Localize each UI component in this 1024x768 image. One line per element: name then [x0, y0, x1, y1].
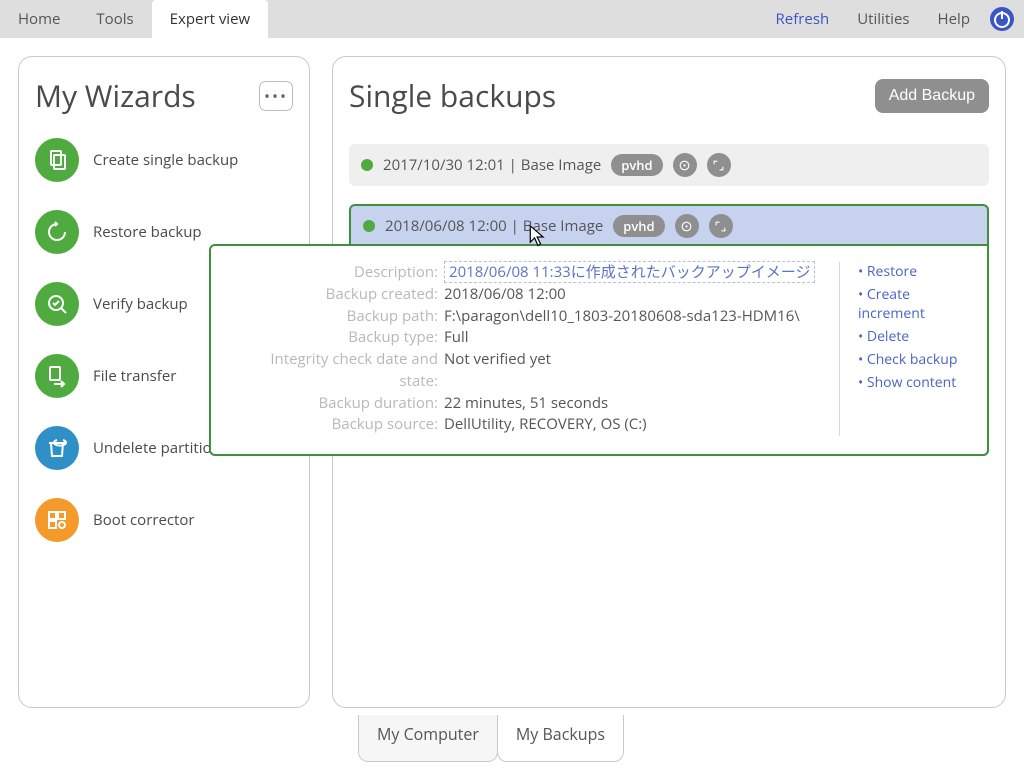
detail-value: Full [444, 327, 469, 349]
detail-label: Backup source: [229, 414, 444, 436]
detail-label: Integrity check date and state: [229, 349, 444, 393]
wizards-title: My Wizards [35, 75, 196, 116]
backup-row-selected[interactable]: 2018/06/08 12:00 | Base Image pvhd [349, 204, 989, 246]
backup-row[interactable]: 2017/10/30 12:01 | Base Image pvhd [349, 144, 989, 186]
document-plus-icon [35, 138, 79, 182]
tab-home[interactable]: Home [0, 0, 78, 38]
tab-my-backups[interactable]: My Backups [497, 715, 624, 762]
wizard-label: Create single backup [93, 150, 238, 170]
backup-row-text: 2018/06/08 12:00 | Base Image [385, 216, 603, 236]
tab-my-computer[interactable]: My Computer [358, 715, 498, 762]
add-backup-button[interactable]: Add Backup [875, 79, 989, 113]
utilities-link[interactable]: Utilities [843, 0, 923, 38]
detail-label: Backup duration: [229, 393, 444, 415]
wizard-label: File transfer [93, 366, 176, 386]
wizard-label: Restore backup [93, 222, 202, 242]
restore-icon [35, 210, 79, 254]
backup-details: Description: 2018/06/08 11:33に作成されたバックアッ… [209, 244, 989, 456]
detail-value: F:\paragon\dell10_1803-20180608-sda123-H… [444, 306, 800, 328]
backup-row-text: 2017/10/30 12:01 | Base Image [383, 155, 601, 175]
action-check-backup[interactable]: Check backup [858, 350, 969, 369]
search-check-icon [35, 282, 79, 326]
detail-label: Backup path: [229, 306, 444, 328]
status-dot-icon [361, 159, 373, 171]
detail-label: Backup type: [229, 327, 444, 349]
expand-arrows-icon[interactable] [709, 214, 733, 238]
format-badge: pvhd [613, 215, 664, 237]
power-icon[interactable] [990, 7, 1014, 31]
backup-actions: Restore Create increment Delete Check ba… [839, 262, 969, 436]
help-link[interactable]: Help [924, 0, 984, 38]
trash-undo-icon [35, 426, 79, 470]
wizard-label: Boot corrector [93, 510, 195, 530]
detail-label: Backup created: [229, 284, 444, 306]
page-title: Single backups [349, 75, 556, 116]
wizard-label: Undelete partitions [93, 438, 228, 458]
action-show-content[interactable]: Show content [858, 373, 969, 392]
disk-icon[interactable] [675, 214, 699, 238]
detail-value: 22 minutes, 51 seconds [444, 393, 608, 415]
format-badge: pvhd [611, 154, 662, 176]
description-field[interactable]: 2018/06/08 11:33に作成されたバックアップイメージ [444, 261, 815, 283]
tab-tools[interactable]: Tools [78, 0, 151, 38]
detail-value: DellUtility, RECOVERY, OS (C:) [444, 414, 647, 436]
refresh-link[interactable]: Refresh [762, 0, 844, 38]
detail-value: Not verified yet [444, 349, 551, 393]
detail-label: Description: [229, 262, 444, 284]
top-menubar: Home Tools Expert view Refresh Utilities… [0, 0, 1024, 38]
tab-expert-view[interactable]: Expert view [152, 0, 269, 38]
wizard-boot-corrector[interactable]: Boot corrector [35, 498, 293, 542]
file-transfer-icon [35, 354, 79, 398]
grid-wrench-icon [35, 498, 79, 542]
more-button[interactable]: ••• [259, 81, 293, 111]
detail-value: 2018/06/08 12:00 [444, 284, 566, 306]
disk-icon[interactable] [673, 153, 697, 177]
bottom-tabs: My Computer My Backups [358, 715, 623, 762]
wizard-label: Verify backup [93, 294, 188, 314]
backups-panel: Single backups Add Backup 2017/10/30 12:… [332, 56, 1006, 708]
action-restore[interactable]: Restore [858, 262, 969, 281]
backup-details-container: Description: 2018/06/08 11:33に作成されたバックアッ… [349, 244, 989, 456]
action-create-increment[interactable]: Create increment [858, 285, 969, 323]
status-dot-icon [363, 220, 375, 232]
wizard-create-single-backup[interactable]: Create single backup [35, 138, 293, 182]
expand-arrows-icon[interactable] [707, 153, 731, 177]
action-delete[interactable]: Delete [858, 327, 969, 346]
